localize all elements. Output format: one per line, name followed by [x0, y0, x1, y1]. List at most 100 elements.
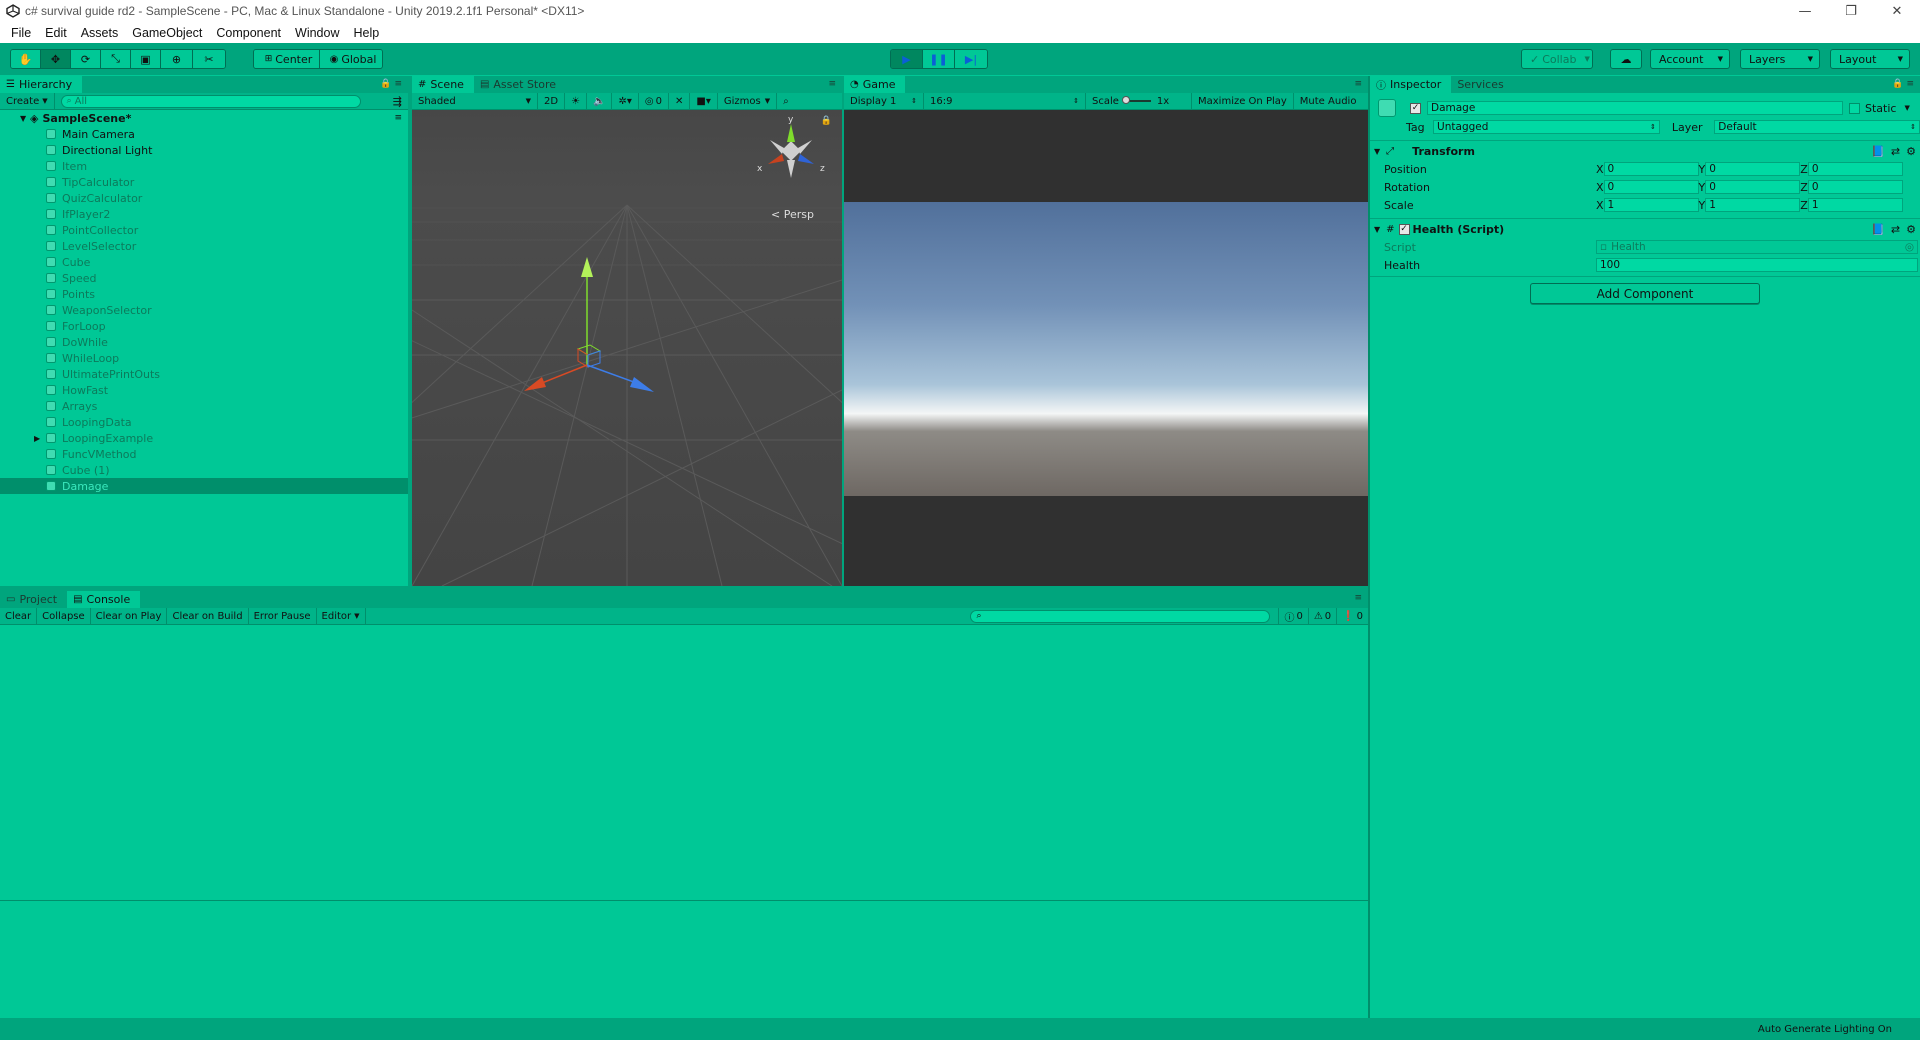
editor-dropdown[interactable]: Editor ▼ — [317, 607, 366, 625]
gear-icon[interactable]: ⚙ — [1906, 223, 1916, 236]
tab-inspector[interactable]: ⓘ Inspector — [1370, 76, 1452, 93]
audio-icon[interactable]: 🔈 — [587, 92, 613, 110]
panel-menu-icon[interactable]: 🔒 ≡ — [1892, 79, 1914, 89]
axis-label[interactable]: Y — [1699, 199, 1706, 212]
preset-icon[interactable]: ⇄ — [1891, 223, 1900, 236]
transform-y-input[interactable]: 1 — [1705, 198, 1801, 212]
preset-icon[interactable]: ⇄ — [1891, 145, 1900, 158]
tab-asset-store[interactable]: ▤ Asset Store — [474, 76, 566, 93]
transform-x-input[interactable]: 0 — [1603, 162, 1699, 176]
menu-window[interactable]: Window — [288, 26, 346, 40]
aspect-dropdown[interactable]: 16:9 ⇕ — [924, 92, 1086, 110]
axis-label[interactable]: Z — [1800, 199, 1808, 212]
splitter[interactable] — [842, 76, 844, 586]
clear-button[interactable]: Clear — [0, 607, 38, 625]
health-script-header[interactable]: ▼ # ✓ Health (Script) 📘 ⇄ ⚙ — [1370, 220, 1920, 238]
static-checkbox[interactable] — [1849, 102, 1860, 114]
hierarchy-item[interactable]: DoWhile — [0, 334, 408, 350]
menu-help[interactable]: Help — [346, 26, 386, 40]
mute-audio-toggle[interactable]: Mute Audio — [1294, 93, 1363, 110]
slider-track[interactable] — [1121, 96, 1151, 104]
play-button-icon[interactable]: ▶ — [891, 50, 923, 68]
move-gizmo[interactable] — [512, 255, 672, 395]
help-book-icon[interactable]: 📘 — [1871, 145, 1885, 158]
hand-tool-icon[interactable]: ✋ — [11, 50, 41, 68]
chevron-down-icon[interactable]: ▼ — [1904, 104, 1909, 112]
gizmos-dropdown[interactable]: Gizmos ▼ — [718, 92, 778, 110]
log-count-toggle[interactable]: ⓘ 0 — [1278, 607, 1309, 625]
tab-scene[interactable]: # Scene — [412, 76, 474, 93]
slider-thumb[interactable] — [1121, 96, 1130, 104]
lock-icon[interactable]: 🔒 — [821, 116, 832, 126]
tab-console[interactable]: ▤ Console — [67, 591, 141, 608]
hierarchy-item[interactable]: Arrays — [0, 398, 408, 414]
hierarchy-item[interactable]: PointCollector — [0, 222, 408, 238]
lighting-icon[interactable]: ☀ — [565, 92, 588, 110]
layer-dropdown[interactable]: Default ⇕ — [1714, 120, 1920, 134]
gear-icon[interactable]: ⚙ — [1906, 145, 1916, 158]
transform-z-input[interactable]: 0 — [1807, 180, 1903, 194]
camera-icon[interactable]: ■▾ — [690, 92, 718, 110]
hierarchy-item[interactable]: Main Camera — [0, 126, 408, 142]
hierarchy-item[interactable]: Item — [0, 158, 408, 174]
layers-dropdown[interactable]: Layers ▼ — [1740, 49, 1820, 69]
search-input[interactable]: ⌕ All — [60, 94, 361, 108]
minimize-button[interactable]: — — [1782, 0, 1828, 22]
projection-label[interactable]: < Persp — [771, 208, 814, 221]
hierarchy-item[interactable]: ForLoop — [0, 318, 408, 334]
transform-header[interactable]: ▼ ⤢ Transform 📘 ⇄ ⚙ — [1370, 142, 1920, 160]
axis-label[interactable]: X — [1596, 199, 1604, 212]
hierarchy-item[interactable]: LevelSelector — [0, 238, 408, 254]
pause-button-icon[interactable]: ❚❚ — [923, 50, 955, 68]
splitter[interactable] — [0, 586, 1368, 590]
menu-file[interactable]: File — [4, 26, 38, 40]
hierarchy-item[interactable]: Points — [0, 286, 408, 302]
hierarchy-item[interactable]: LoopingData — [0, 414, 408, 430]
maximize-on-play-toggle[interactable]: Maximize On Play — [1192, 92, 1294, 110]
hierarchy-item[interactable]: QuizCalculator — [0, 190, 408, 206]
hierarchy-item[interactable]: Directional Light — [0, 142, 408, 158]
help-book-icon[interactable]: 📘 — [1871, 223, 1885, 236]
layout-dropdown[interactable]: Layout ▼ — [1830, 49, 1910, 69]
hierarchy-item[interactable]: ▶ LoopingExample — [0, 430, 408, 446]
close-button[interactable]: ✕ — [1874, 0, 1920, 22]
status-text[interactable]: Auto Generate Lighting On — [1758, 1024, 1892, 1035]
cloud-button[interactable]: ☁ — [1610, 49, 1642, 69]
menu-gameobject[interactable]: GameObject — [125, 26, 209, 40]
console-detail-divider[interactable] — [0, 900, 1368, 901]
toggle-2d-button[interactable]: 2D — [538, 92, 566, 110]
axis-label[interactable]: Y — [1699, 181, 1706, 194]
active-checkbox[interactable]: ✓ — [1410, 102, 1421, 114]
object-name-field[interactable]: Damage — [1427, 101, 1843, 115]
axis-label[interactable]: Z — [1800, 181, 1808, 194]
restore-button[interactable]: ❐ — [1828, 0, 1874, 22]
effects-icon[interactable]: ✲▾ — [612, 92, 639, 110]
hierarchy-item[interactable]: Damage — [0, 478, 408, 494]
shading-dropdown[interactable]: Shaded ▼ — [412, 92, 538, 110]
transform-y-input[interactable]: 0 — [1705, 180, 1801, 194]
transform-y-input[interactable]: 0 — [1705, 162, 1801, 176]
hierarchy-item[interactable]: WhileLoop — [0, 350, 408, 366]
script-enabled-checkbox[interactable]: ✓ — [1398, 223, 1410, 235]
scene-menu-icon[interactable]: ≡ — [394, 113, 402, 123]
panel-menu-icon[interactable]: 🔒 ≡ — [380, 79, 402, 89]
expand-arrow-icon[interactable]: ▶ — [34, 434, 40, 443]
menu-component[interactable]: Component — [209, 26, 288, 40]
transform-tool-icon[interactable]: ⊕ — [161, 50, 193, 68]
axis-label[interactable]: Z — [1800, 163, 1808, 176]
hierarchy-item[interactable]: FuncVMethod — [0, 446, 408, 462]
scene-viewport[interactable]: y x z 🔒 < Persp — [412, 110, 842, 586]
tag-dropdown[interactable]: Untagged ⇕ — [1433, 120, 1660, 134]
health-input[interactable]: 100 — [1596, 258, 1918, 272]
game-viewport[interactable] — [844, 110, 1368, 586]
panel-menu-icon[interactable]: ≡ — [1354, 79, 1362, 89]
warning-count-toggle[interactable]: ⚠ 0 — [1309, 607, 1338, 625]
scene-search-icon[interactable]: ⌕ — [777, 93, 795, 110]
collapse-button[interactable]: Collapse — [37, 607, 91, 625]
transform-x-input[interactable]: 1 — [1603, 198, 1699, 212]
console-log-list[interactable] — [0, 626, 1368, 1018]
custom-tool-icon[interactable]: ✂ — [193, 50, 225, 68]
orientation-gizmo[interactable]: y x z — [754, 114, 834, 194]
tab-hierarchy[interactable]: ☰ Hierarchy — [0, 76, 83, 93]
tab-project[interactable]: ▭ Project — [0, 591, 67, 608]
